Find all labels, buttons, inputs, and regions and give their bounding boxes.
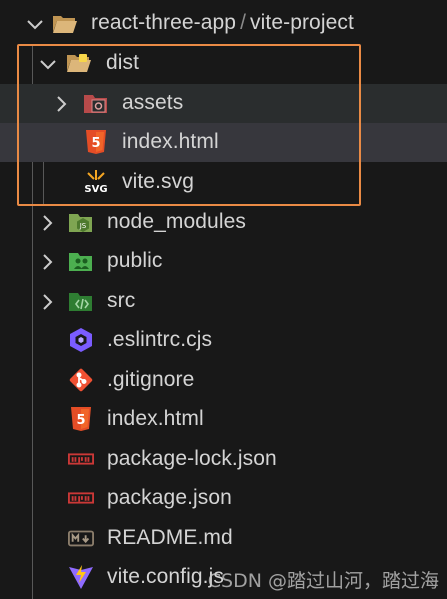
tree-label: package-lock.json bbox=[107, 447, 277, 470]
chevron-down-icon[interactable] bbox=[25, 14, 45, 34]
tree-label: vite.config.js bbox=[107, 565, 224, 588]
chevron-right-icon[interactable] bbox=[37, 252, 57, 272]
html5-icon: 5 bbox=[83, 129, 109, 155]
tree-row-gitignore[interactable]: .gitignore bbox=[0, 361, 447, 400]
tree-label: index.html bbox=[107, 407, 204, 430]
folder-open-dist-icon bbox=[66, 50, 92, 76]
folder-node-icon: JS bbox=[68, 210, 94, 236]
markdown-icon bbox=[68, 525, 94, 551]
path-separator: / bbox=[240, 11, 247, 34]
tree-label: package.json bbox=[107, 486, 232, 509]
root-subfolder-name: vite-project bbox=[250, 11, 354, 34]
vite-icon bbox=[68, 564, 94, 590]
tree-row-root[interactable]: react-three-app / vite-project bbox=[0, 4, 447, 43]
tree-label: public bbox=[107, 249, 163, 272]
chevron-right-icon[interactable] bbox=[37, 292, 57, 312]
tree-row-assets[interactable]: assets bbox=[0, 84, 447, 123]
tree-label: src bbox=[107, 289, 136, 312]
folder-assets-icon bbox=[83, 91, 109, 117]
eslint-icon bbox=[68, 327, 94, 353]
svg-icon: SVG bbox=[83, 169, 109, 195]
tree-row-dist-index-html[interactable]: 5 index.html bbox=[0, 123, 447, 162]
tree-label: vite.svg bbox=[122, 170, 194, 193]
tree-label: node_modules bbox=[107, 210, 246, 233]
folder-public-icon bbox=[68, 249, 94, 275]
tree-row-vite-svg[interactable]: SVG vite.svg bbox=[0, 163, 447, 202]
tree-row-node-modules[interactable]: JS node_modules bbox=[0, 203, 447, 242]
tree-label: .gitignore bbox=[107, 368, 195, 391]
svg-text:SVG: SVG bbox=[84, 184, 107, 195]
chevron-right-icon[interactable] bbox=[51, 94, 71, 114]
tree-label: assets bbox=[122, 91, 184, 114]
tree-row-package-json[interactable]: package.json bbox=[0, 479, 447, 518]
npm-icon bbox=[68, 485, 94, 511]
tree-row-index-html[interactable]: 5 index.html bbox=[0, 400, 447, 439]
root-path: react-three-app / vite-project bbox=[91, 11, 354, 35]
folder-src-icon bbox=[68, 289, 94, 315]
tree-label: index.html bbox=[122, 130, 219, 153]
chevron-down-icon[interactable] bbox=[38, 54, 58, 74]
tree-label: dist bbox=[106, 51, 140, 74]
tree-row-eslintrc[interactable]: .eslintrc.cjs bbox=[0, 321, 447, 360]
folder-open-icon bbox=[52, 11, 78, 37]
tree-label: .eslintrc.cjs bbox=[107, 328, 213, 351]
watermark: CSDN @踏过山河，踏过海 bbox=[207, 570, 439, 592]
svg-text:5: 5 bbox=[91, 136, 100, 151]
root-folder-name: react-three-app bbox=[91, 11, 237, 34]
tree-row-src[interactable]: src bbox=[0, 282, 447, 321]
chevron-right-icon[interactable] bbox=[37, 213, 57, 233]
tree-label: README.md bbox=[107, 526, 233, 549]
file-explorer: react-three-app / vite-project dist assets… bbox=[0, 0, 447, 599]
git-icon bbox=[68, 367, 94, 393]
npm-icon bbox=[68, 446, 94, 472]
tree-row-dist[interactable]: dist bbox=[0, 44, 447, 83]
tree-row-public[interactable]: public bbox=[0, 242, 447, 281]
tree-row-readme[interactable]: README.md bbox=[0, 519, 447, 558]
svg-text:5: 5 bbox=[76, 413, 85, 428]
svg-text:JS: JS bbox=[79, 222, 87, 230]
html5-icon: 5 bbox=[68, 406, 94, 432]
tree-row-package-lock[interactable]: package-lock.json bbox=[0, 440, 447, 479]
